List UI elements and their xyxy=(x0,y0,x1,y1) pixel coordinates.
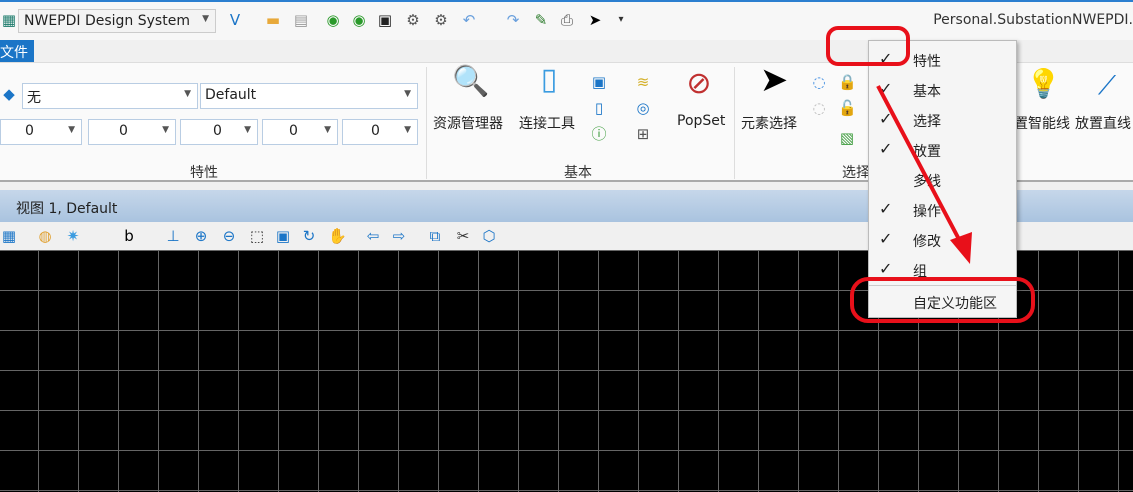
annotation-arrow xyxy=(876,85,972,264)
